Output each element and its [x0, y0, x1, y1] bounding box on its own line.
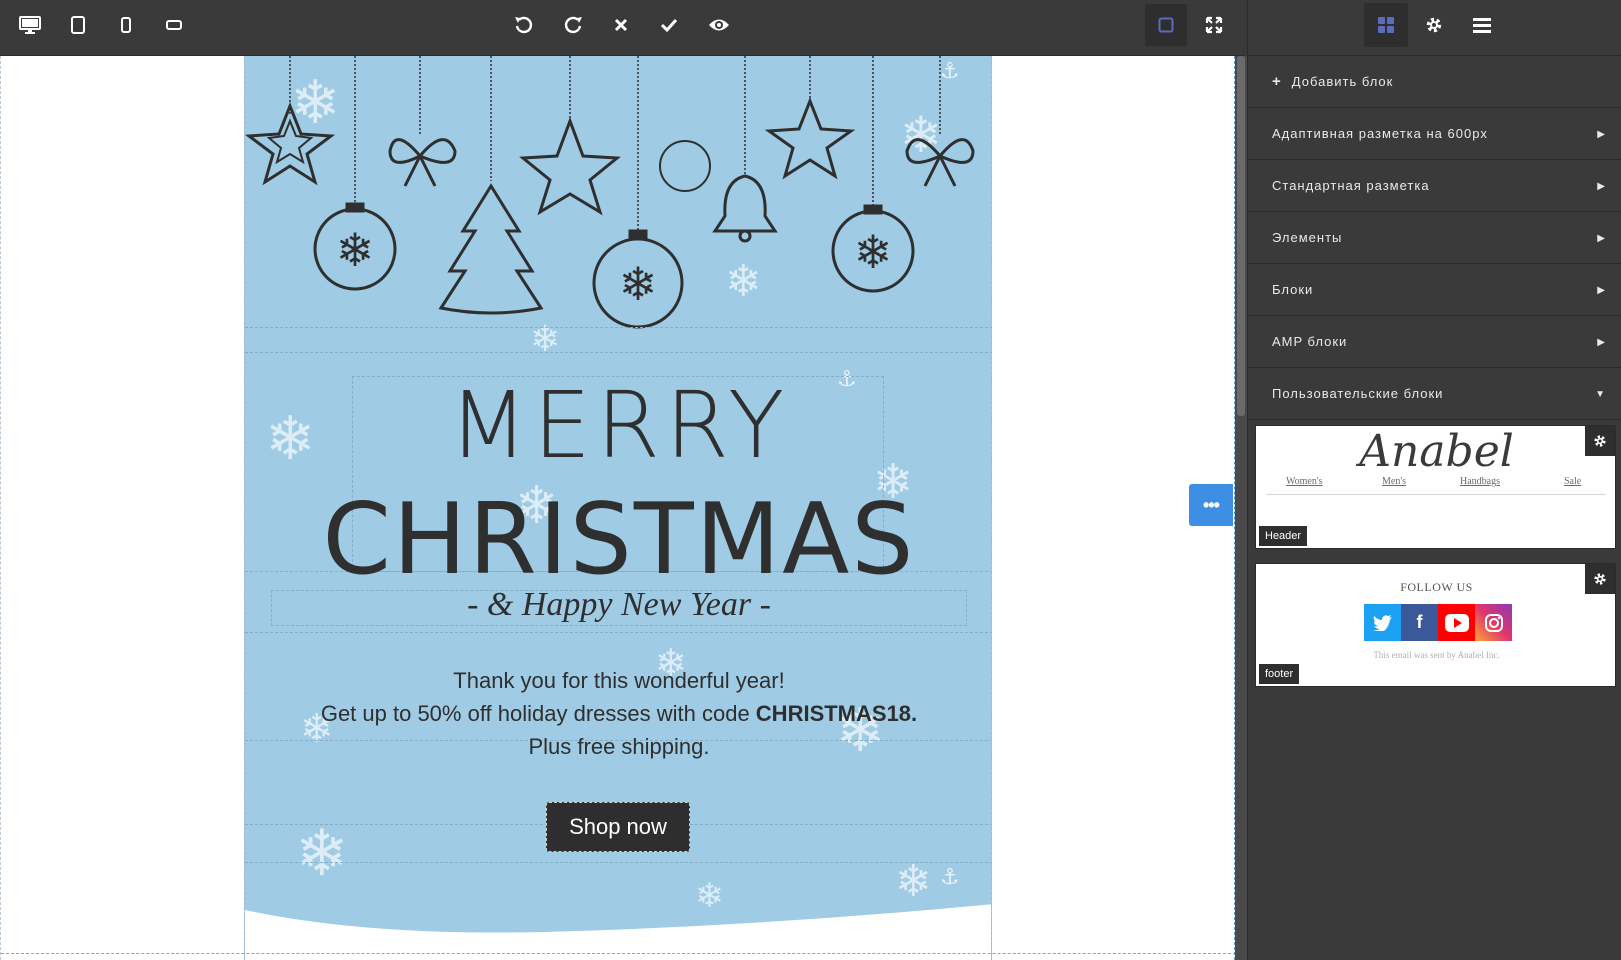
gear-icon[interactable]	[1585, 564, 1615, 594]
menu-adaptive-layout[interactable]: Адаптивная разметка на 600px ▶	[1248, 108, 1621, 160]
heading-merry[interactable]: MERRY	[245, 372, 991, 479]
menu-blocks[interactable]: Блоки ▶	[1248, 264, 1621, 316]
youtube-icon	[1438, 604, 1475, 641]
blocks-icon[interactable]	[1364, 3, 1408, 47]
add-block-button[interactable]: + Добавить блок	[1248, 56, 1621, 108]
row-divider	[245, 352, 991, 353]
divider	[1266, 494, 1606, 495]
follow-us-text: FOLLOW US	[1400, 580, 1473, 594]
editor-canvas[interactable]: ❄ ❄ ❄ ❄ ❄ ❄ ❄ ❄ ❄ ❄ ❄ ❄ ❄ ❄ ❄ ❄ ⚓ ⚓ ⚓ ME…	[0, 56, 1235, 960]
svg-text:❄: ❄	[336, 223, 375, 277]
facebook-icon: f	[1401, 604, 1438, 641]
caret-right-icon: ▶	[1597, 129, 1606, 140]
shop-now-button[interactable]: Shop now	[546, 802, 690, 852]
check-icon[interactable]	[648, 4, 690, 46]
caret-right-icon: ▶	[1597, 285, 1606, 296]
menu-label: Стандартная разметка	[1272, 178, 1430, 193]
gear-icon[interactable]	[1412, 3, 1456, 47]
menu-label: AMP блоки	[1272, 334, 1348, 349]
menu-elements[interactable]: Элементы ▶	[1248, 212, 1621, 264]
canvas-scrollbar[interactable]	[1235, 56, 1247, 960]
outline-square-icon[interactable]	[1145, 4, 1187, 46]
panel-tabs	[1248, 0, 1621, 56]
instagram-icon	[1475, 604, 1512, 641]
menu-label: Пользовательские блоки	[1272, 386, 1444, 401]
caret-down-icon: ▼	[1595, 389, 1606, 400]
caret-right-icon: ▶	[1597, 181, 1606, 192]
svg-text:❄: ❄	[854, 225, 893, 279]
row-divider	[245, 632, 991, 633]
fullscreen-icon[interactable]	[1193, 4, 1235, 46]
block-tag: Header	[1259, 526, 1308, 546]
snow-wave-divider	[245, 904, 991, 960]
gear-icon[interactable]	[1585, 426, 1615, 456]
body-line-2-prefix: Get up to 50% off holiday dresses with c…	[320, 701, 756, 726]
heading-christmas[interactable]: CHRISTMAS	[245, 483, 991, 597]
anchor-icon[interactable]: ⚓	[940, 58, 960, 84]
canvas-boundary	[1, 953, 1234, 954]
menu-label: Блоки	[1272, 282, 1314, 297]
saved-block-footer[interactable]: FOLLOW US f This email was sent by Anabe…	[1255, 563, 1616, 687]
menu-custom-blocks[interactable]: Пользовательские блоки ▼	[1248, 368, 1621, 420]
body-text-block[interactable]: Thank you for this wonderful year! Get u…	[245, 664, 991, 763]
close-icon[interactable]	[600, 4, 642, 46]
nav-sale: Sale	[1564, 476, 1582, 487]
block-tag: footer	[1259, 664, 1300, 684]
add-block-label: Добавить блок	[1291, 74, 1394, 89]
nav-mens: Men's	[1382, 476, 1407, 487]
saved-block-header[interactable]: Anabel Women's Men's Handbags Sale Heade…	[1255, 425, 1616, 549]
body-line-2: Get up to 50% off holiday dresses with c…	[245, 697, 991, 730]
eye-icon[interactable]	[698, 4, 740, 46]
snowflake-icon: ❄	[295, 817, 349, 889]
plus-icon: +	[1272, 73, 1282, 90]
menu-icon[interactable]	[1460, 3, 1504, 47]
right-panel: + Добавить блок Адаптивная разметка на 6…	[1247, 0, 1621, 960]
subtitle-text[interactable]: - & Happy New Year -	[245, 586, 991, 624]
editor-toolbar	[0, 0, 1245, 56]
nav-womens: Women's	[1286, 476, 1323, 487]
menu-label: Адаптивная разметка на 600px	[1272, 126, 1488, 141]
sent-by-text: This email was sent by Anabel Inc.	[1373, 650, 1500, 660]
body-line-3: Plus free shipping.	[528, 734, 710, 759]
body-line-1: Thank you for this wonderful year!	[453, 668, 785, 693]
nav-handbags: Handbags	[1460, 476, 1500, 487]
menu-standard-layout[interactable]: Стандартная разметка ▶	[1248, 160, 1621, 212]
undo-icon[interactable]	[503, 4, 545, 46]
mobile-landscape-icon[interactable]	[153, 4, 195, 46]
scrollbar-thumb[interactable]	[1237, 56, 1245, 416]
menu-amp-blocks[interactable]: AMP блоки ▶	[1248, 316, 1621, 368]
row-divider	[245, 862, 991, 863]
email-template[interactable]: ❄ ❄ ❄ ❄ ❄ ❄ ❄ ❄ ❄ ❄ ❄ ❄ ❄ ❄ ❄ ❄ ⚓ ⚓ ⚓ ME…	[244, 56, 992, 960]
promo-code: CHRISTMAS18.	[755, 701, 918, 726]
row-divider	[245, 327, 991, 328]
anabel-logo: Anabel	[1359, 426, 1514, 477]
twitter-icon	[1364, 604, 1401, 641]
anchor-icon[interactable]: ⚓	[940, 864, 960, 890]
ornaments-illustration: ❄ ❄ ❄	[245, 56, 975, 329]
svg-text:❄: ❄	[619, 257, 658, 311]
tablet-icon[interactable]	[57, 4, 99, 46]
mobile-icon[interactable]	[105, 4, 147, 46]
caret-right-icon: ▶	[1597, 337, 1606, 348]
more-options-button[interactable]: •••	[1189, 484, 1233, 526]
caret-right-icon: ▶	[1597, 233, 1606, 244]
redo-icon[interactable]	[552, 4, 594, 46]
menu-label: Элементы	[1272, 230, 1343, 245]
desktop-icon[interactable]	[9, 4, 51, 46]
